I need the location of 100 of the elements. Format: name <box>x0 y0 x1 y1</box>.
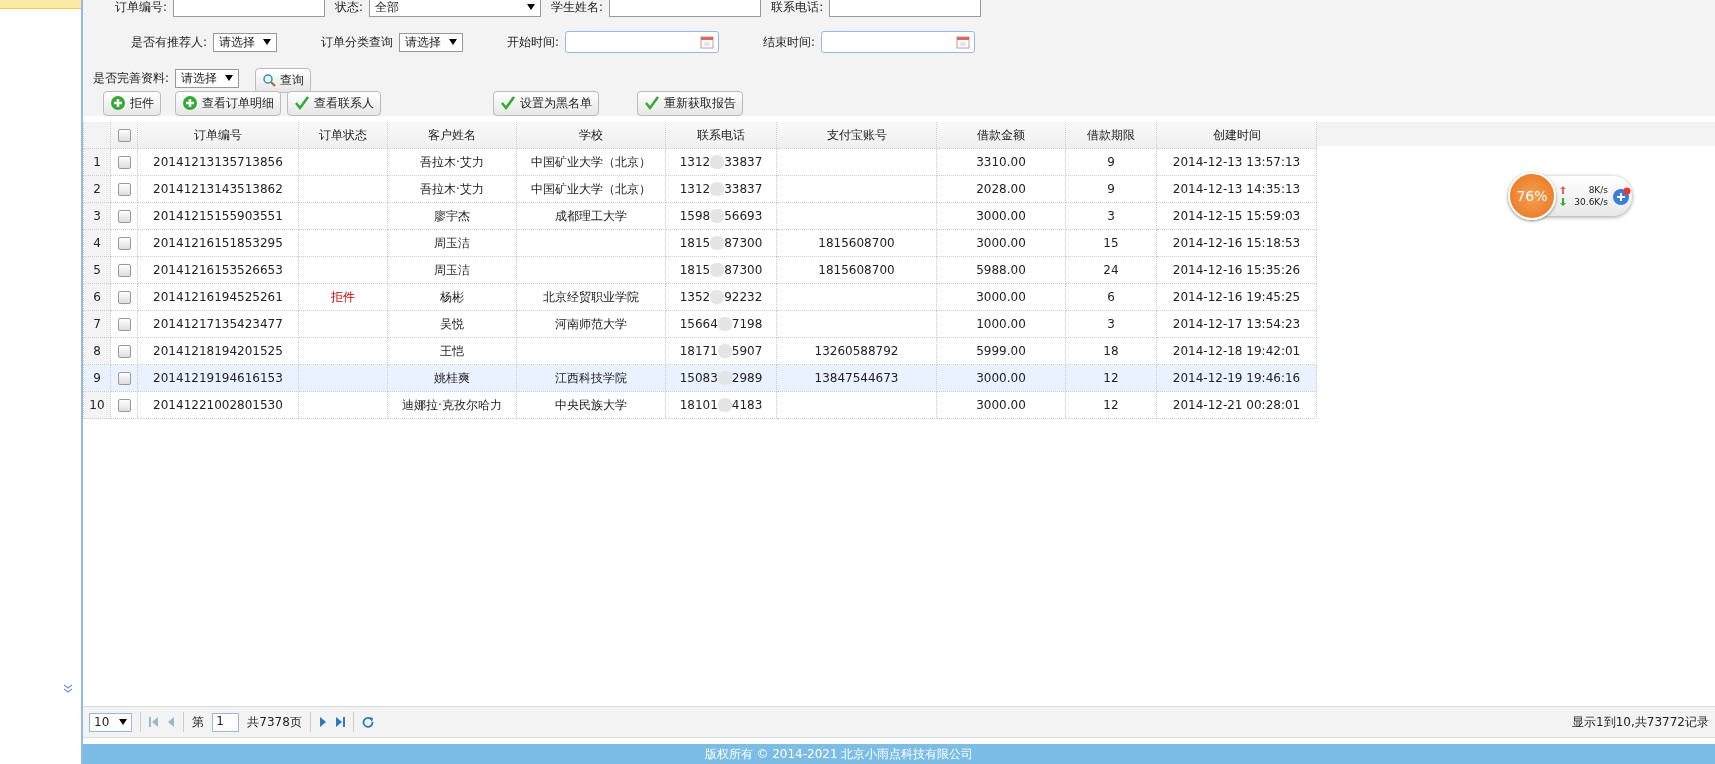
filter-label: 学生姓名: <box>551 0 604 16</box>
table-cell: 20141215155903551 <box>153 209 283 223</box>
table-cell: 成都理工大学 <box>555 208 627 223</box>
table-cell: 1000.00 <box>976 317 1026 331</box>
table-cell: 3 <box>1107 209 1115 223</box>
table-row[interactable]: 7 20141217135423477 吴悦 河南师范大学 15664 7198 1000.00 3 2014-12-17 13:54:23 <box>83 310 1317 338</box>
column-header[interactable]: 创建时间 <box>1156 122 1317 149</box>
row-number: 1 <box>83 148 111 176</box>
select-field[interactable]: 请选择 <box>175 68 240 88</box>
table-cell: 廖宇杰 <box>434 208 470 223</box>
search-button[interactable]: 查询 <box>255 67 312 93</box>
table-cell: 河南师范大学 <box>555 316 627 331</box>
table-cell: 6 <box>1107 290 1115 304</box>
table-cell: 1352 92232 <box>679 290 763 304</box>
column-header[interactable]: 客户姓名 <box>387 122 517 149</box>
table-cell: 中央民族大学 <box>555 397 627 412</box>
table-cell: 2014-12-16 19:45:25 <box>1172 290 1301 304</box>
table-cell: 吾拉木·艾力 <box>420 181 484 196</box>
download-speed: 30.6K/s <box>1574 197 1608 207</box>
filter-label: 结束时间: <box>763 33 816 51</box>
table-cell: 3310.00 <box>976 155 1026 169</box>
table-cell: 9 <box>1107 155 1115 169</box>
table-cell: 24 <box>1103 263 1119 277</box>
row-number: 2 <box>83 175 111 203</box>
table-cell: 2014-12-16 15:35:26 <box>1172 263 1301 277</box>
filter-label: 联系电话: <box>771 0 824 16</box>
table-cell: 18171 5907 <box>679 344 763 358</box>
select-field[interactable]: 请选择 <box>399 32 464 52</box>
column-header[interactable]: 借款期限 <box>1065 122 1157 149</box>
filter-label: 开始时间: <box>507 33 560 51</box>
table-cell: 中国矿业大学（北京） <box>531 154 651 169</box>
column-header[interactable]: 借款金额 <box>936 122 1066 149</box>
table-cell: 20141219194616153 <box>153 371 283 385</box>
column-header[interactable]: 订单编号 <box>137 122 299 149</box>
table-cell: 15083 2989 <box>679 371 763 385</box>
row-number: 9 <box>83 364 111 392</box>
table-cell: 13847544673 <box>814 371 899 385</box>
table-cell: 1312 33837 <box>679 182 763 196</box>
table-cell: 15 <box>1103 236 1119 250</box>
table-row[interactable]: 10 20141221002801530 迪娜拉·克孜尔哈力 中央民族大学 18101 4183 3000.00 12 2014-12-21 00:28:01 <box>83 391 1317 419</box>
page-size-select[interactable]: 10 <box>89 712 133 732</box>
row-number: 10 <box>83 391 111 419</box>
record-summary: 显示1到10,共73772记录 <box>1572 713 1709 731</box>
row-number: 3 <box>83 202 111 230</box>
table-cell: 2014-12-13 13:57:13 <box>1172 155 1301 169</box>
table-cell: 2014-12-17 13:54:23 <box>1172 317 1301 331</box>
filter-label: 是否完善资料: <box>93 69 170 87</box>
table-cell: 12 <box>1103 398 1119 412</box>
table-cell: 1598 56693 <box>679 209 763 223</box>
table-cell: 9 <box>1107 182 1115 196</box>
table-row[interactable]: 9 20141219194616153 姚桂爽 江西科技学院 15083 2989 13847544673 3000.00 12 2014-12-19 19:46:16 <box>83 364 1317 392</box>
column-header[interactable]: 支付宝账号 <box>776 122 937 149</box>
toolbar-button[interactable]: 设置为黑名单 <box>493 90 599 116</box>
table-cell: 周玉洁 <box>434 262 470 277</box>
table-cell: 2014-12-19 19:46:16 <box>1172 371 1301 385</box>
column-header[interactable]: 学校 <box>516 122 666 149</box>
table-cell: 北京经贸职业学院 <box>543 289 639 304</box>
table-row[interactable]: 5 20141216153526653 周玉洁 1815 87300 1815608700 5988.00 24 2014-12-16 15:35:26 <box>83 256 1317 284</box>
filter-label: 是否有推荐人: <box>131 33 208 51</box>
table-row[interactable]: 8 20141218194201525 王恺 18171 5907 13260588792 5999.00 18 2014-12-18 19:42:01 <box>83 337 1317 365</box>
table-cell: 20141213135713856 <box>153 155 283 169</box>
table-row[interactable]: 1 20141213135713856 吾拉木·艾力 中国矿业大学（北京） 1312 33837 3310.00 9 2014-12-13 13:57:13 <box>83 148 1317 176</box>
table-row[interactable]: 2 20141213143513862 吾拉木·艾力 中国矿业大学（北京） 1312 33837 2028.00 9 2014-12-13 14:35:13 <box>83 175 1317 203</box>
table-cell: 1815 87300 <box>679 263 763 277</box>
table-cell: 20141216153526653 <box>153 263 283 277</box>
table-cell: 18101 4183 <box>679 398 763 412</box>
table-cell: 3000.00 <box>976 209 1026 223</box>
table-cell: 杨彬 <box>440 289 464 304</box>
table-cell: 姚桂爽 <box>434 370 470 385</box>
status-select[interactable]: 全部 <box>369 0 542 17</box>
page-label: 第 <box>192 713 205 731</box>
table-row[interactable]: 4 20141216151853295 周玉洁 1815 87300 1815608700 3000.00 15 2014-12-16 15:18:53 <box>83 229 1317 257</box>
copyright-text: 版权所有 © 2014-2021 北京小雨点科技有限公司 <box>704 745 974 763</box>
table-row[interactable]: 3 20141215155903551 廖宇杰 成都理工大学 1598 56693 3000.00 3 2014-12-15 15:59:03 <box>83 202 1317 230</box>
toolbar-button[interactable]: 拒件 <box>103 90 161 116</box>
table-cell: 1312 33837 <box>679 155 763 169</box>
page-number-field[interactable]: 1 <box>212 712 240 732</box>
row-number: 5 <box>83 256 111 284</box>
table-cell: 吾拉木·艾力 <box>420 154 484 169</box>
table-cell: 12 <box>1103 371 1119 385</box>
select-field[interactable]: 请选择 <box>213 32 278 52</box>
table-cell: 1815608700 <box>818 236 895 250</box>
column-header[interactable]: 订单状态 <box>298 122 388 149</box>
toolbar-button[interactable]: 查看订单明细 <box>175 90 281 116</box>
table-cell: 周玉洁 <box>434 235 470 250</box>
table-cell: 2014-12-16 15:18:53 <box>1172 236 1301 250</box>
column-header[interactable]: 联系电话 <box>665 122 777 149</box>
table-cell: 2014-12-21 00:28:01 <box>1172 398 1301 412</box>
table-cell: 2014-12-15 15:59:03 <box>1172 209 1301 223</box>
table-cell: 2028.00 <box>976 182 1026 196</box>
table-cell: 1815 87300 <box>679 236 763 250</box>
filter-label: 状态: <box>335 0 364 16</box>
table-row[interactable]: 6 20141216194525261 拒件 杨彬 北京经贸职业学院 1352 92232 3000.00 6 2014-12-16 19:45:25 <box>83 283 1317 311</box>
table-cell: 1815608700 <box>818 263 895 277</box>
table-cell: 拒件 <box>331 289 355 304</box>
toolbar-button[interactable]: 查看联系人 <box>287 90 381 116</box>
table-cell: 15664 7198 <box>679 317 763 331</box>
toolbar-button[interactable]: 重新获取报告 <box>637 90 743 116</box>
table-cell: 20141213143513862 <box>153 182 283 196</box>
total-pages: 共7378页 <box>247 713 302 731</box>
